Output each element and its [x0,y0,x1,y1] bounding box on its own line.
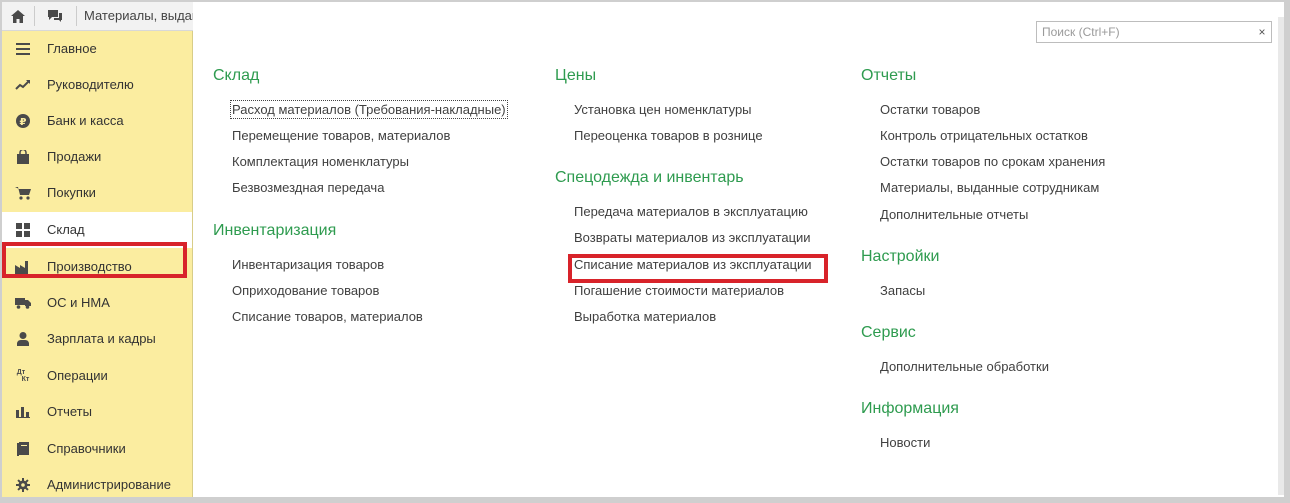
sections-sidebar: Главное Руководителю ₽ Банк и касса Прод… [2,31,193,497]
link-novosti[interactable]: Новости [880,435,930,450]
link-vyrabotka-materialov[interactable]: Выработка материалов [574,309,716,324]
link-peredacha-v-ekspluataciyu[interactable]: Передача материалов в эксплуатацию [574,204,808,219]
sidebar-item-label: Зарплата и кадры [47,331,156,346]
link-oprihodovanie[interactable]: Оприходование товаров [232,283,379,298]
sidebar-item-label: Главное [47,41,97,56]
cart-icon [15,185,31,201]
link-dopolnitelnye-otchety[interactable]: Дополнительные отчеты [880,207,1028,222]
section-title-informaciya: Информация [861,400,959,417]
trend-icon [15,77,31,93]
sidebar-item-bank[interactable]: ₽ Банк и касса [2,103,192,139]
kt-label: Кт [21,376,30,383]
section-title-sklad: Склад [213,67,260,84]
sidebar-item-label: Администрирование [47,477,171,492]
link-ostatki-po-srokam[interactable]: Остатки товаров по срокам хранения [880,154,1105,169]
link-spisanie-tovarov[interactable]: Списание товаров, материалов [232,309,423,324]
search-input[interactable] [1037,22,1258,42]
link-kontrol-otricatelnyh[interactable]: Контроль отрицательных остатков [880,128,1088,143]
link-peremeshchenie[interactable]: Перемещение товаров, материалов [232,128,450,143]
link-materialy-vydannye[interactable]: Материалы, выданные сотрудникам [880,180,1099,195]
link-ustanovka-cen[interactable]: Установка цен номенклатуры [574,102,752,117]
sidebar-item-pokupki[interactable]: Покупки [2,175,192,211]
sidebar-item-label: Операции [47,368,108,383]
svg-text:₽: ₽ [20,117,27,128]
menu-lines-icon [15,41,31,57]
link-dopolnitelnye-obrabotki[interactable]: Дополнительные обработки [880,359,1049,374]
toolbar-separator [76,6,77,26]
bag-icon [15,149,31,165]
section-title-inventarizaciya: Инвентаризация [213,222,337,239]
link-ostatki-tovarov[interactable]: Остатки товаров [880,102,980,117]
link-rashod-materialov[interactable]: Расход материалов (Требования-накладные) [230,100,508,119]
sidebar-item-spravochniki[interactable]: Справочники [2,431,192,467]
dt-label: Дт [16,369,26,376]
link-vozvraty-iz-ekspluatacii[interactable]: Возвраты материалов из эксплуатации [574,230,811,245]
section-title-servis: Сервис [861,324,916,341]
link-komplektaciya[interactable]: Комплектация номенклатуры [232,154,409,169]
link-bezvozmezdnaya-peredacha[interactable]: Безвозмездная передача [232,180,384,195]
grid-icon [15,222,31,238]
sidebar-item-operacii[interactable]: Дт Кт Операции [2,358,192,394]
sidebar-item-label: ОС и НМА [47,295,110,310]
section-title-nastroyki: Настройки [861,248,940,265]
sidebar-item-label: Покупки [47,185,96,200]
truck-icon [15,295,31,311]
section-title-otchety: Отчеты [861,67,917,84]
search-box[interactable]: × [1036,21,1272,43]
book-icon [15,441,31,457]
sidebar-item-prodazhi[interactable]: Продажи [2,139,192,175]
sidebar-item-label: Справочники [47,441,126,456]
sidebar-item-glavnoe[interactable]: Главное [2,31,192,67]
sidebar-item-label: Руководителю [47,77,134,92]
dt-kt-icon: Дт Кт [15,368,31,384]
toolbar-separator [34,6,35,26]
sidebar-item-label: Продажи [47,149,102,164]
link-inventarizaciya-tovarov[interactable]: Инвентаризация товаров [232,257,384,272]
link-pogashenie-stoimosti[interactable]: Погашение стоимости материалов [574,283,784,298]
link-zapasy[interactable]: Запасы [880,283,925,298]
highlight-frame-link [568,254,828,283]
bar-chart-icon [15,404,31,420]
section-title-ceny: Цены [555,67,597,84]
home-button[interactable] [2,2,34,30]
home-icon [11,9,25,23]
link-pereocenka[interactable]: Переоценка товаров в рознице [574,128,763,143]
sidebar-item-otchety[interactable]: Отчеты [2,394,192,430]
sidebar-item-label: Отчеты [47,404,92,419]
section-title-specodezhda: Спецодежда и инвентарь [555,169,744,186]
discussions-button[interactable] [39,2,71,30]
coin-icon: ₽ [15,113,31,129]
sidebar-item-label: Банк и касса [47,113,124,128]
sidebar-item-administrirovanie[interactable]: Администрирование [2,467,192,497]
sidebar-item-os-nma[interactable]: ОС и НМА [2,285,192,321]
top-bar: Материалы, выданные сотрудникам [2,2,193,31]
gear-icon [15,477,31,493]
sidebar-item-zarplata[interactable]: Зарплата и кадры [2,321,192,357]
highlight-frame-sidebar [2,242,187,278]
vertical-scrollbar[interactable] [1278,17,1284,495]
open-window-tab[interactable]: Материалы, выданные сотрудникам [84,2,193,30]
app-window: Материалы, выданные сотрудникам Главное … [2,2,1284,497]
chat-icon [47,9,63,23]
clear-search-icon[interactable]: × [1255,23,1269,41]
person-icon [15,331,31,347]
sidebar-item-rukovoditelyu[interactable]: Руководителю [2,67,192,103]
